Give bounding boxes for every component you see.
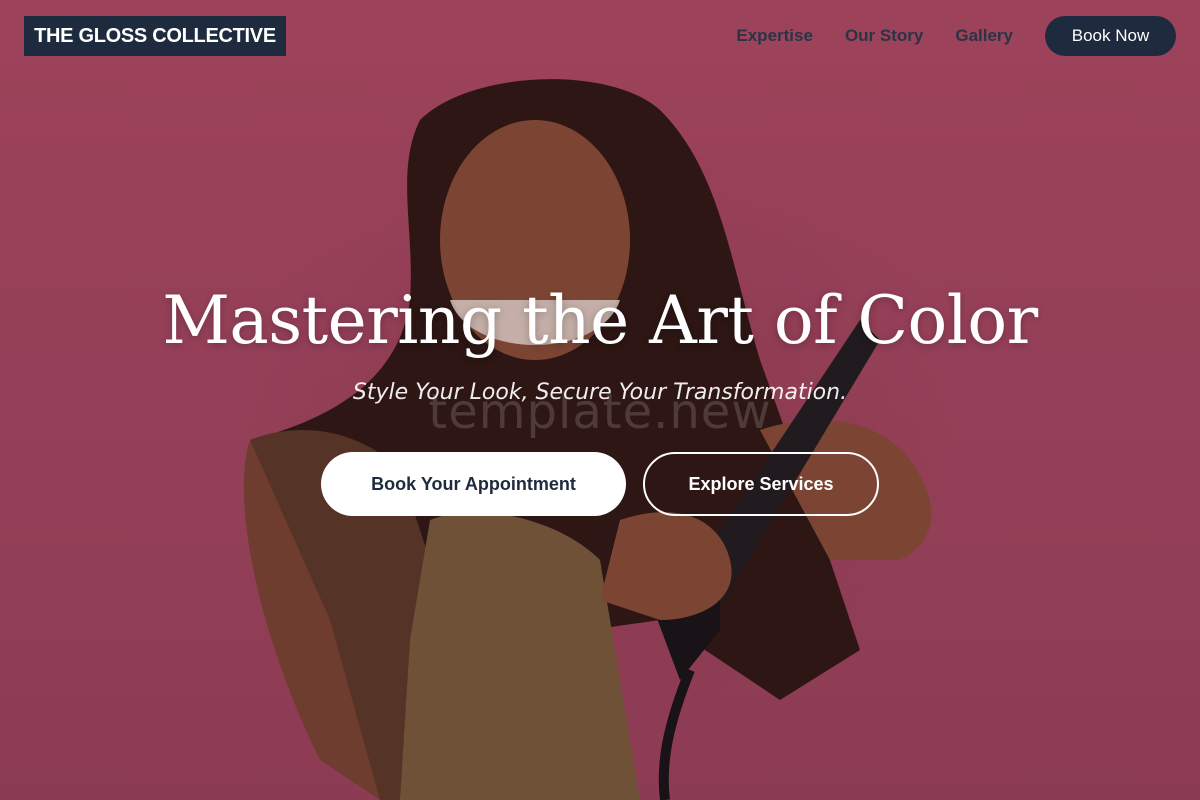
nav-link-gallery[interactable]: Gallery bbox=[955, 26, 1013, 46]
nav-link-expertise[interactable]: Expertise bbox=[736, 26, 813, 46]
book-now-button[interactable]: Book Now bbox=[1045, 16, 1176, 56]
brand-logo[interactable]: THE GLOSS COLLECTIVE bbox=[24, 16, 286, 56]
explore-services-button[interactable]: Explore Services bbox=[643, 452, 879, 516]
book-appointment-button[interactable]: Book Your Appointment bbox=[321, 452, 626, 516]
nav-link-our-story[interactable]: Our Story bbox=[845, 26, 923, 46]
hero-subheadline: Style Your Look, Secure Your Transformat… bbox=[352, 380, 848, 405]
hero-headline: Mastering the Art of Color bbox=[162, 282, 1038, 359]
main-nav: Expertise Our Story Gallery Book Now bbox=[736, 16, 1176, 56]
